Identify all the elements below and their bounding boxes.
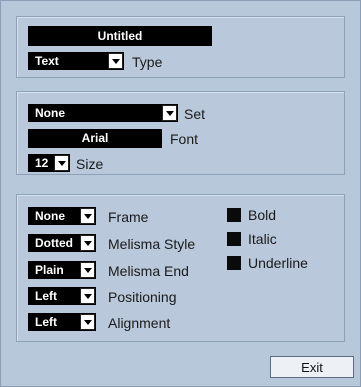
melisma-style-label: Melisma Style [108, 236, 196, 252]
melisma-style-dropdown-value: Dotted [35, 236, 73, 250]
size-dropdown-value: 12 [35, 156, 49, 170]
positioning-dropdown-value: Left [35, 289, 57, 303]
title-field[interactable]: Untitled [28, 26, 212, 46]
bold-label: Bold [248, 207, 277, 223]
underline-label: Underline [248, 255, 308, 271]
type-dropdown-value: Text [35, 54, 59, 68]
italic-checkbox[interactable] [227, 232, 241, 246]
type-dropdown[interactable]: Text [28, 52, 124, 70]
frame-dropdown-value: None [35, 209, 65, 223]
font-label: Font [170, 131, 199, 147]
positioning-label: Positioning [108, 289, 177, 305]
frame-dropdown[interactable]: None [28, 207, 96, 225]
chevron-down-icon [162, 105, 177, 121]
set-dropdown-value: None [35, 106, 65, 120]
alignment-dropdown[interactable]: Left [28, 313, 96, 331]
set-label: Set [184, 106, 206, 122]
melisma-end-dropdown-value: Plain [35, 263, 64, 277]
positioning-dropdown[interactable]: Left [28, 287, 96, 305]
chevron-down-icon [80, 262, 95, 278]
font-field[interactable]: Arial [28, 129, 162, 148]
set-dropdown[interactable]: None [28, 104, 178, 122]
size-dropdown[interactable]: 12 [28, 154, 70, 172]
melisma-end-dropdown[interactable]: Plain [28, 261, 96, 279]
type-label: Type [132, 54, 163, 70]
chevron-down-icon [80, 208, 95, 224]
melisma-end-label: Melisma End [108, 263, 189, 279]
exit-button[interactable]: Exit [270, 356, 354, 378]
italic-label: Italic [248, 231, 277, 247]
alignment-dropdown-value: Left [35, 315, 57, 329]
bold-checkbox[interactable] [227, 208, 241, 222]
chevron-down-icon [80, 314, 95, 330]
size-label: Size [76, 156, 104, 172]
chevron-down-icon [80, 288, 95, 304]
frame-label: Frame [108, 209, 149, 225]
chevron-down-icon [108, 53, 123, 69]
alignment-label: Alignment [108, 315, 171, 331]
underline-checkbox[interactable] [227, 256, 241, 270]
melisma-style-dropdown[interactable]: Dotted [28, 234, 96, 252]
chevron-down-icon [54, 155, 69, 171]
chevron-down-icon [80, 235, 95, 251]
